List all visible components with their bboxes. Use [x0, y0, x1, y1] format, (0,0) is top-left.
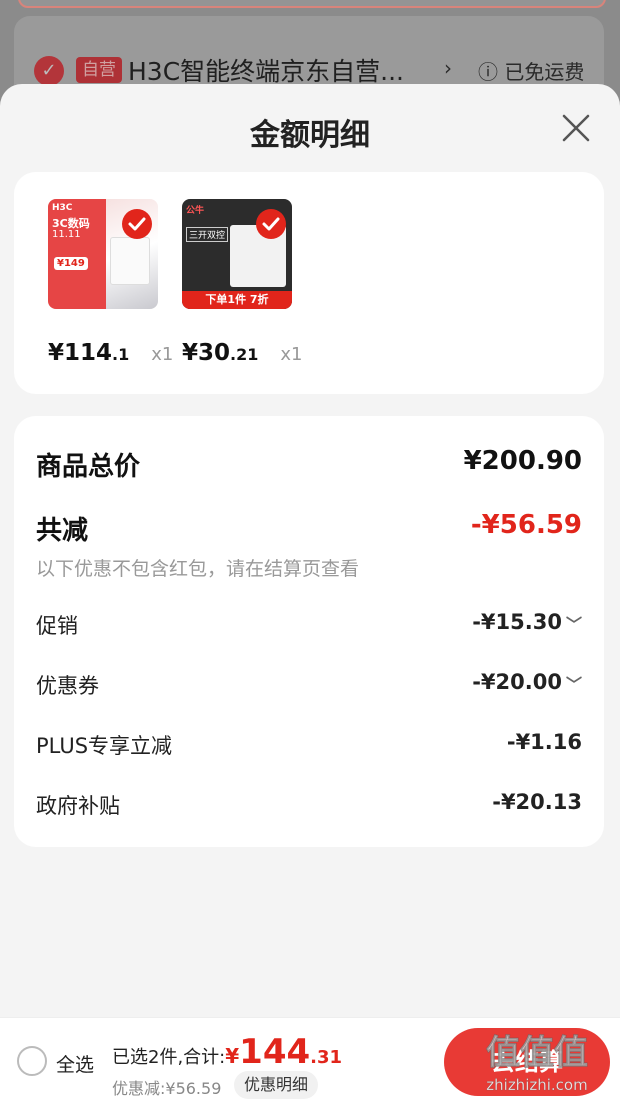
coupon-value: -¥20.00 ﹀: [472, 670, 582, 695]
total-summary: 已选2件,合计:¥144.31: [112, 1032, 342, 1072]
discount-note-row: 以下优惠不包含红包，请在结算页查看: [36, 554, 582, 580]
discount-row: 共减 -¥56.59: [36, 510, 582, 546]
shipping-text: 已免运费: [504, 60, 585, 84]
coupon-row[interactable]: 优惠券 -¥20.00 ﹀: [36, 670, 582, 700]
price-decimal: .1: [112, 345, 130, 364]
coupon-amount: -¥20.00: [472, 670, 562, 694]
items-card: H3C 3C数码 11.11 ¥149 ¥114.1 x1 公牛 三开双控 下单1…: [14, 172, 604, 394]
select-all-radio[interactable]: [17, 1046, 47, 1076]
subsidy-row: 政府补贴 -¥20.13: [36, 790, 582, 820]
self-operated-tag: 自营: [76, 57, 122, 83]
thumb-promo: 下单1件 7折: [182, 291, 292, 309]
plus-discount-row: PLUS专享立减 -¥1.16: [36, 730, 582, 760]
promo-value: -¥15.30 ﹀: [472, 610, 582, 635]
amount-detail-sheet: 金额明细 H3C 3C数码 11.11 ¥149 ¥114.1 x1 公牛 三开…: [0, 84, 620, 1105]
checkout-bar: 全选 已选2件,合计:¥144.31 优惠减:¥56.59 优惠明细 去结算 值…: [0, 1017, 620, 1106]
discount-label: 共减: [36, 516, 89, 546]
shipping-info: ⓘ 已免运费: [478, 56, 584, 85]
checked-icon: [122, 209, 152, 239]
total-price-label: 商品总价: [36, 452, 141, 482]
product-qty: x1: [280, 344, 303, 365]
close-button[interactable]: [556, 108, 596, 148]
subsidy-value: -¥20.13: [492, 790, 582, 814]
product-item[interactable]: H3C 3C数码 11.11 ¥149: [48, 199, 160, 309]
thumb-brand: H3C: [52, 203, 73, 213]
background-strip: [18, 0, 606, 8]
selected-count-label: 已选2件,合计:: [112, 1047, 226, 1068]
chevron-down-icon: ﹀: [565, 615, 582, 634]
chevron-down-icon: ﹀: [565, 675, 582, 694]
product-price-row: ¥30.21 x1: [182, 340, 302, 366]
switch-thumbnail: 公牛 三开双控 下单1件 7折: [182, 199, 292, 309]
product-price: ¥30.21: [182, 340, 258, 366]
price-integer: ¥30: [182, 340, 231, 366]
total-decimal: .31: [310, 1047, 343, 1068]
select-all-label[interactable]: 全选: [56, 1050, 94, 1077]
product-item[interactable]: 公牛 三开双控 下单1件 7折: [182, 199, 294, 309]
shop-name: H3C智能终端京东自营...: [128, 57, 405, 86]
product-price-row: ¥114.1 x1: [48, 340, 173, 366]
price-decimal: .21: [230, 345, 259, 364]
promo-amount: -¥15.30: [472, 610, 562, 634]
product-price: ¥114.1: [48, 340, 129, 366]
info-icon: ⓘ: [478, 60, 498, 84]
product-qty: x1: [151, 344, 174, 365]
saved-amount: 优惠减:¥56.59: [112, 1079, 222, 1098]
thumb-brand: 公牛: [186, 206, 205, 216]
total-price-value: ¥200.90: [463, 446, 582, 476]
total-price-row: 商品总价 ¥200.90: [36, 446, 582, 482]
price-integer: ¥114: [48, 340, 113, 366]
checkout-button[interactable]: 去结算: [444, 1028, 610, 1096]
promo-label: 促销: [36, 614, 78, 638]
router-shape: [110, 237, 150, 285]
coupon-label: 优惠券: [36, 674, 99, 698]
discount-detail-button[interactable]: 优惠明细: [234, 1071, 319, 1099]
plus-discount-value: -¥1.16: [506, 730, 582, 754]
price-detail-card: 商品总价 ¥200.90 共减 -¥56.59 以下优惠不包含红包，请在结算页查…: [14, 416, 604, 847]
total-integer: 144: [239, 1032, 311, 1072]
thumb-date: 11.11: [52, 229, 81, 240]
plus-discount-label: PLUS专享立减: [36, 734, 173, 758]
shop-check-icon: ✓: [34, 56, 64, 86]
thumb-price: ¥149: [54, 257, 88, 270]
subsidy-label: 政府补贴: [36, 794, 120, 818]
thumb-caption: 三开双控: [186, 227, 229, 242]
router-thumbnail: H3C 3C数码 11.11 ¥149: [48, 199, 158, 309]
currency-symbol: ¥: [225, 1044, 240, 1068]
checked-icon: [256, 209, 286, 239]
discount-value: -¥56.59: [470, 510, 582, 540]
close-icon: [562, 114, 590, 142]
discount-note: 以下优惠不包含红包，请在结算页查看: [36, 558, 360, 580]
sheet-title: 金额明细: [250, 118, 370, 153]
chevron-right-icon: ›: [444, 56, 452, 80]
promo-row[interactable]: 促销 -¥15.30 ﹀: [36, 610, 582, 640]
